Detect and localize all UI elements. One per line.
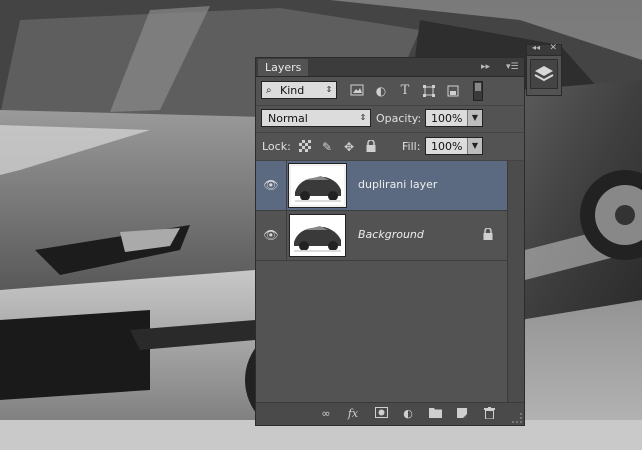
layer-thumbnail[interactable] bbox=[289, 214, 346, 257]
delete-layer-icon[interactable] bbox=[482, 407, 496, 421]
resize-grip-icon[interactable] bbox=[512, 413, 522, 423]
car-thumbnail-icon bbox=[295, 176, 341, 202]
add-mask-icon[interactable] bbox=[374, 407, 388, 421]
expand-icon[interactable]: ◂◂ bbox=[532, 43, 540, 52]
shape-filter-icon[interactable] bbox=[422, 84, 436, 98]
lock-label: Lock: bbox=[262, 140, 291, 153]
layer-list: 👁 duplirani layer 👁 Background bbox=[256, 161, 524, 402]
layers-bottom-bar: ∞ fx ◐ bbox=[256, 402, 524, 425]
layer-list-scrollbar[interactable] bbox=[507, 161, 524, 402]
new-group-icon[interactable] bbox=[428, 407, 442, 421]
chevron-updown-icon: ⇕ bbox=[356, 110, 370, 126]
type-filter-icon[interactable]: T bbox=[398, 84, 412, 98]
layers-dock-button[interactable] bbox=[530, 59, 558, 89]
blend-mode-dropdown[interactable]: Normal ⇕ bbox=[261, 109, 371, 127]
search-icon: ⌕ bbox=[266, 85, 272, 96]
filter-kind-dropdown[interactable]: ⌕ Kind ⇕ bbox=[261, 81, 337, 99]
chevron-down-icon[interactable]: ▼ bbox=[467, 110, 482, 126]
visibility-eye-icon[interactable]: 👁 bbox=[256, 211, 287, 260]
lock-position-icon[interactable]: ✥ bbox=[342, 140, 356, 154]
chevron-down-icon[interactable]: ▼ bbox=[467, 138, 482, 154]
adjustment-layer-icon[interactable]: ◐ bbox=[401, 407, 415, 421]
filter-toggle-icon[interactable] bbox=[473, 81, 483, 101]
collapse-icon[interactable]: ▸▸ bbox=[481, 60, 490, 74]
opacity-label: Opacity: bbox=[376, 112, 422, 125]
layer-name[interactable]: duplirani layer bbox=[358, 178, 437, 191]
filter-kind-label: Kind bbox=[280, 84, 305, 97]
filter-row: ⌕ Kind ⇕ ◐ T bbox=[256, 77, 524, 106]
fill-field[interactable]: 100% ▼ bbox=[425, 137, 483, 155]
blend-row: Normal ⇕ Opacity: 100% ▼ bbox=[256, 106, 524, 133]
layer-thumbnail[interactable] bbox=[288, 163, 347, 208]
layers-icon bbox=[534, 66, 554, 82]
opacity-value[interactable]: 100% bbox=[431, 110, 462, 128]
lock-row: Lock: ✎ ✥ Fill: 100% ▼ bbox=[256, 133, 524, 161]
fill-label: Fill: bbox=[402, 140, 421, 153]
opacity-field[interactable]: 100% ▼ bbox=[425, 109, 483, 127]
lock-all-icon[interactable] bbox=[364, 139, 378, 154]
lock-transparent-pixels-icon[interactable] bbox=[298, 140, 312, 154]
adjustment-filter-icon[interactable]: ◐ bbox=[374, 84, 388, 98]
layer-row-background[interactable]: 👁 Background bbox=[256, 211, 507, 261]
layer-row-duplicate[interactable]: 👁 duplirani layer bbox=[256, 161, 507, 211]
new-layer-icon[interactable] bbox=[455, 407, 469, 421]
fill-value[interactable]: 100% bbox=[431, 138, 462, 156]
layers-panel: Layers ▸▸ ▾☰ ⌕ Kind ⇕ ◐ T Normal ⇕ Opaci… bbox=[255, 57, 525, 426]
layers-tab[interactable]: Layers bbox=[258, 59, 309, 76]
layer-name[interactable]: Background bbox=[358, 228, 424, 241]
lock-icon bbox=[483, 228, 493, 240]
visibility-eye-icon[interactable]: 👁 bbox=[256, 161, 287, 210]
dock-titlebar[interactable]: ◂◂ ✕ bbox=[527, 43, 561, 56]
chevron-updown-icon: ⇕ bbox=[322, 82, 336, 98]
link-layers-icon[interactable]: ∞ bbox=[319, 407, 333, 421]
fx-icon[interactable]: fx bbox=[346, 407, 360, 421]
smart-object-filter-icon[interactable] bbox=[446, 84, 460, 98]
image-filter-icon[interactable] bbox=[350, 84, 364, 98]
lock-image-pixels-icon[interactable]: ✎ bbox=[320, 140, 334, 154]
car-thumbnail-icon bbox=[294, 226, 341, 252]
panel-menu-icon[interactable]: ▾☰ bbox=[506, 60, 519, 74]
collapsed-panel-dock: ◂◂ ✕ bbox=[526, 43, 562, 96]
blend-mode-value: Normal bbox=[268, 112, 308, 125]
close-icon[interactable]: ✕ bbox=[549, 43, 557, 53]
panel-titlebar[interactable]: Layers ▸▸ ▾☰ bbox=[256, 58, 524, 77]
